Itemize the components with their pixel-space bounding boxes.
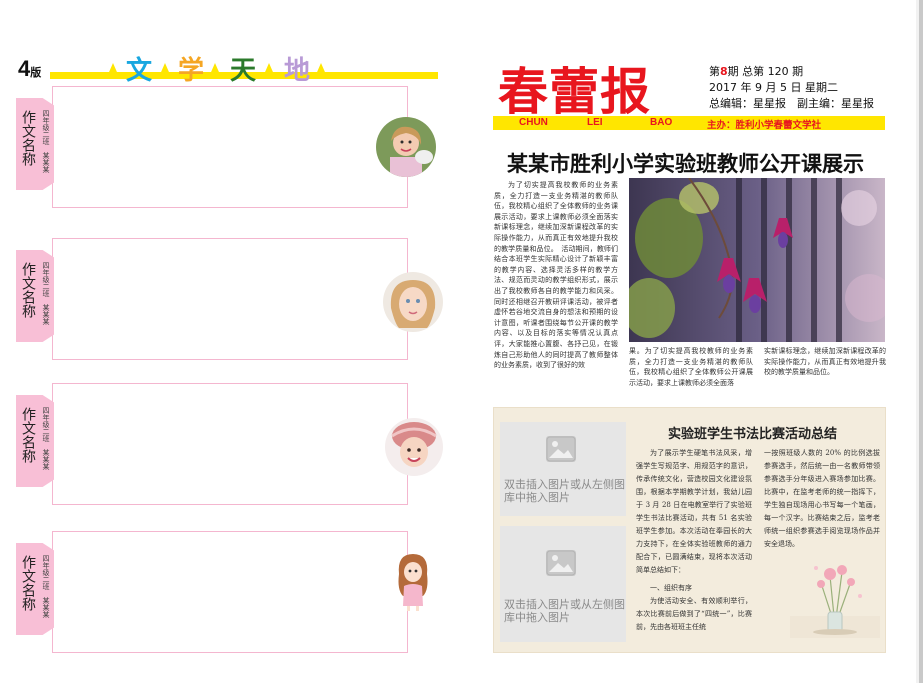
article-body-col1: 为了切实提高我校教师的业务素质，全力打造一支业务精湛的教师队伍，我校精心组织了全… [494, 181, 618, 370]
issue-date: 2017 年 9 月 5 日 星期二 [709, 81, 838, 94]
essay-title: 作文名称 [20, 407, 36, 463]
essay-box[interactable] [52, 86, 408, 208]
column-title: 文 学 天 地 [122, 50, 320, 86]
image-icon [546, 436, 576, 462]
title-triangle [106, 63, 120, 79]
bar-word: BAO [650, 117, 673, 128]
essay-title: 作文名称 [20, 262, 36, 318]
essay-title: 作文名称 [20, 110, 36, 166]
fuchsia-flower-photo [629, 178, 885, 342]
scrollbar[interactable] [919, 0, 923, 683]
column-title-char: 文 [126, 56, 153, 86]
issue-info: 第8期 总第 120 期 2017 年 9 月 5 日 星期二 总编辑：星星报 … [709, 65, 874, 110]
essay-box[interactable] [52, 531, 408, 653]
essay-byline: 四年级二班 某某某 [42, 262, 50, 325]
article-headline: 某某市胜利小学实验班教师公开课展示 [507, 152, 864, 176]
image-placeholder[interactable]: 双击插入图片或从左侧图库中拖入图片 [500, 526, 626, 642]
avatar-girl-photo [376, 117, 436, 177]
article-body-col1b: 为使活动安全、有效顺利举行，本次比赛前后做到了“四统一”，比赛前，先由各班班主任… [636, 597, 752, 631]
article-body-col2: 果。为了切实提高我校教师的业务素质，全力打造一支业务精湛的教师队伍，我校精心组织… [629, 347, 753, 387]
image-placeholder[interactable]: 双击插入图片或从左侧图库中拖入图片 [500, 422, 626, 516]
flower-vase-illustration [790, 556, 880, 638]
editors: 总编辑：星星报 副主编：星星报 [709, 97, 874, 110]
bar-word: CHUN [519, 117, 548, 128]
article-subhead: 一、组织有序 [650, 584, 692, 592]
bar-word: LEI [587, 117, 603, 128]
image-icon [546, 550, 576, 576]
essay-tab: 作文名称 四年级二班 某某某 [16, 98, 54, 190]
article-headline: 实验班学生书法比赛活动总结 [668, 427, 838, 442]
avatar-girl-photo [385, 418, 443, 476]
avatar-girl-photo [383, 272, 443, 332]
newspaper-title: 春蕾报 [498, 63, 651, 121]
article-body-col2: 一按照班级人数的 20% 的比例选拔参赛选手，然后统一由一名教师带领参赛选手分年… [764, 449, 880, 548]
masthead-bar: CHUN LEI BAO 主办：胜利小学春蕾文学社 [493, 116, 885, 131]
column-title-char: 地 [284, 56, 311, 86]
column-title-char: 学 [178, 56, 205, 86]
issue-number: 8 [720, 65, 728, 78]
essay-title: 作文名称 [20, 555, 36, 611]
essay-byline: 四年级二班 某某某 [42, 407, 50, 470]
article-body-col1: 为了展示学生硬笔书法风采，增强学生写规范字、用规范字的意识，传承传统文化，营造校… [636, 449, 752, 574]
essay-box[interactable] [52, 238, 408, 360]
sponsor: 主办：胜利小学春蕾文学社 [707, 120, 822, 131]
page-number: 4版 [18, 56, 42, 81]
essay-byline: 四年级二班 某某某 [42, 110, 50, 173]
placeholder-text: 双击插入图片或从左侧图库中拖入图片 [504, 478, 625, 504]
cartoon-girl-illustration [393, 552, 433, 612]
article-body-col3: 实新课标理念，继续加深新课程改革的实际操作能力，从而真正有效地提升我校的教学质量… [764, 347, 886, 377]
essay-tab: 作文名称 四年级二班 某某某 [16, 395, 54, 487]
essay-box[interactable] [52, 383, 408, 505]
column-title-char: 天 [230, 56, 257, 86]
essay-tab: 作文名称 四年级二班 某某某 [16, 250, 54, 342]
placeholder-text: 双击插入图片或从左侧图库中拖入图片 [504, 598, 625, 624]
essay-tab: 作文名称 四年级二班 某某某 [16, 543, 54, 635]
essay-byline: 四年级二班 某某某 [42, 555, 50, 618]
